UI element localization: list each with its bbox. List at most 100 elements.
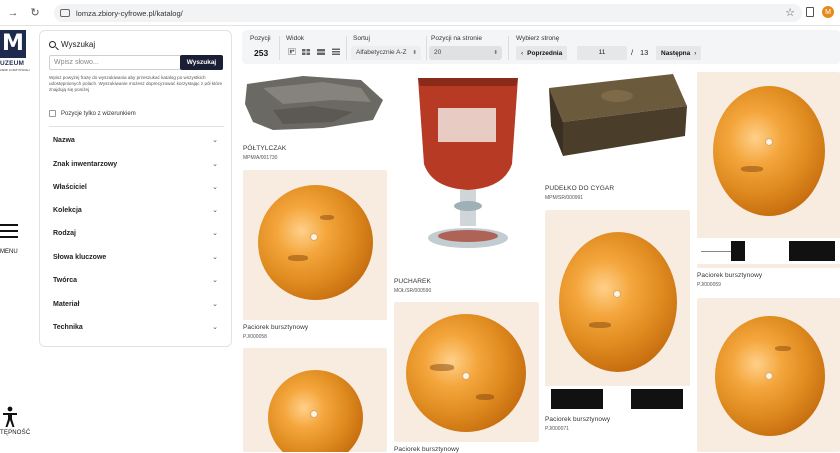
tiles-view-icon[interactable] [317,48,325,55]
address-bar[interactable]: lomza.zbiory-cyfrowe.pl/katalog/ [54,4,802,22]
per-page-label: Pozycji na stronie [431,35,482,42]
accessibility-icon[interactable] [2,406,18,428]
per-page-select-value: 20 [434,49,442,56]
masonry-view-icon[interactable] [288,48,296,55]
divider [508,36,509,60]
facet-tworca[interactable]: Twórca ⌄ [53,274,218,286]
catalog-item[interactable]: Paciorek bursztynowy [394,302,539,453]
page-separator: / [631,48,634,57]
chevron-down-icon: ⌄ [212,184,218,191]
search-help-text: Wpisz powyżej frazę do wyszukiwania aby … [49,75,223,93]
item-inventory: PJ/000058 [243,334,267,340]
browser-toolbar: → ↻ lomza.zbiory-cyfrowe.pl/katalog/ ☆ M [0,0,840,26]
search-sidebar: Wyszukaj Wpisz słowo... Wyszukaj Wpisz p… [39,30,232,347]
per-page-select[interactable]: 20 ⬍ [429,46,502,60]
flint-tool-image [245,76,383,130]
item-image[interactable] [545,70,690,180]
catalog-item[interactable]: Paciorek bursztynowy PJ/000058 [243,170,387,342]
reload-icon[interactable]: ↻ [26,4,44,22]
chevron-down-icon: ⌄ [212,324,218,331]
facet-technika[interactable]: Technika ⌄ [53,321,218,333]
chevron-down-icon: ⌄ [212,230,218,237]
item-image[interactable] [243,170,387,320]
item-inventory: PJ/000059 [697,282,721,288]
facet-label: Technika [53,323,83,331]
left-rail: M UZEUM ZIEMI ŁOMŻYŃSKIEJ MENU TĘPNOŚĆ [0,26,32,452]
menu-label[interactable]: MENU [0,249,18,255]
facet-label: Rodzaj [53,229,76,237]
sort-select-value: Alfabetycznie A-Z [356,49,407,56]
item-image[interactable] [394,72,540,272]
facet-nazwa[interactable]: Nazwa ⌄ [53,134,218,146]
facet-slowa-kluczowe[interactable]: Słowa kluczowe ⌄ [53,251,218,263]
scale-ruler [697,238,840,264]
extensions-icon[interactable] [806,7,814,17]
divider [426,36,427,60]
item-image[interactable] [697,298,840,452]
chevron-updown-icon: ⬍ [412,50,417,56]
facet-label: Właściciel [53,183,87,191]
item-title[interactable]: Paciorek bursztynowy [697,272,762,279]
only-with-image-checkbox[interactable] [49,110,56,117]
item-title[interactable]: Paciorek bursztynowy [243,324,308,331]
positions-label: Pozycji [250,35,271,42]
catalog-item[interactable] [243,348,387,452]
item-image[interactable] [243,348,387,452]
item-title[interactable]: Paciorek bursztynowy [545,416,610,423]
item-inventory: MOŁ/SR/000590 [394,288,432,294]
facet-label: Twórca [53,276,77,284]
facet-wlasciciel[interactable]: Właściciel ⌄ [53,181,218,193]
catalog-item[interactable]: PUDEŁKO DO CYGAR MPM/SR/000991 [545,70,690,205]
item-image[interactable] [545,210,690,412]
item-image[interactable] [394,302,539,442]
chevron-down-icon: ⌄ [212,137,218,144]
scale-ruler [545,386,690,412]
search-input[interactable]: Wpisz słowo... [49,55,181,70]
item-title[interactable]: PUDEŁKO DO CYGAR [545,185,614,192]
only-with-image-toggle[interactable]: Pozycje tylko z wizerunkiem [49,110,136,117]
amber-bead-image [406,314,526,432]
list-view-icon[interactable] [332,48,340,55]
facet-znak-inwentarzowy[interactable]: Znak inwentarzowy ⌄ [53,158,218,170]
cigar-box-image [549,74,687,156]
facet-label: Materiał [53,300,80,308]
search-heading-text: Wyszukaj [61,40,96,49]
catalog-item[interactable]: Paciorek bursztynowy PJ/000071 [545,210,690,435]
facet-kolekcja[interactable]: Kolekcja ⌄ [53,204,218,216]
catalog-item[interactable] [697,298,840,452]
catalog-item[interactable]: Paciorek bursztynowy PJ/000059 [697,72,840,294]
accessibility-label[interactable]: TĘPNOŚĆ [0,430,30,436]
item-image[interactable] [697,72,840,268]
facet-label: Znak inwentarzowy [53,160,118,168]
facet-label: Słowa kluczowe [53,253,107,261]
search-button[interactable]: Wyszukaj [180,55,223,70]
grid-view-icon[interactable] [302,48,310,55]
previous-page-button[interactable]: ‹ Poprzednia [516,46,568,60]
chevron-down-icon: ⌄ [212,161,218,168]
catalog-item[interactable]: PUCHAREK MOŁ/SR/000590 [394,72,540,296]
url-text: lomza.zbiory-cyfrowe.pl/katalog/ [76,8,183,18]
item-title[interactable]: PÓŁTYLCZAK [243,145,286,152]
goblet-image [418,78,518,248]
forward-icon[interactable]: → [4,4,22,22]
divider [279,36,280,60]
amber-bead-image [559,232,677,372]
facet-label: Nazwa [53,136,75,144]
item-image[interactable] [243,70,386,140]
chevron-down-icon: ⌄ [212,301,218,308]
hamburger-menu-icon[interactable] [0,224,18,242]
sort-select[interactable]: Alfabetycznie A-Z ⬍ [351,46,421,60]
catalog-item[interactable]: PÓŁTYLCZAK MPM/A/001730 [243,70,386,165]
item-title[interactable]: PUCHAREK [394,278,431,285]
profile-avatar[interactable]: M [822,6,834,18]
bookmark-star-icon[interactable]: ☆ [785,6,795,19]
facet-rodzaj[interactable]: Rodzaj ⌄ [53,227,218,239]
museum-logo[interactable]: M UZEUM ZIEMI ŁOMŻYŃSKIEJ [0,30,30,74]
chevron-right-icon: › [694,49,697,57]
site-info-icon[interactable] [60,9,70,17]
next-page-button[interactable]: Następna › [656,46,702,60]
positions-count: 253 [254,48,269,58]
sort-label: Sortuj [353,35,370,42]
page-number-input[interactable]: 11 [577,46,627,60]
facet-material[interactable]: Materiał ⌄ [53,298,218,310]
